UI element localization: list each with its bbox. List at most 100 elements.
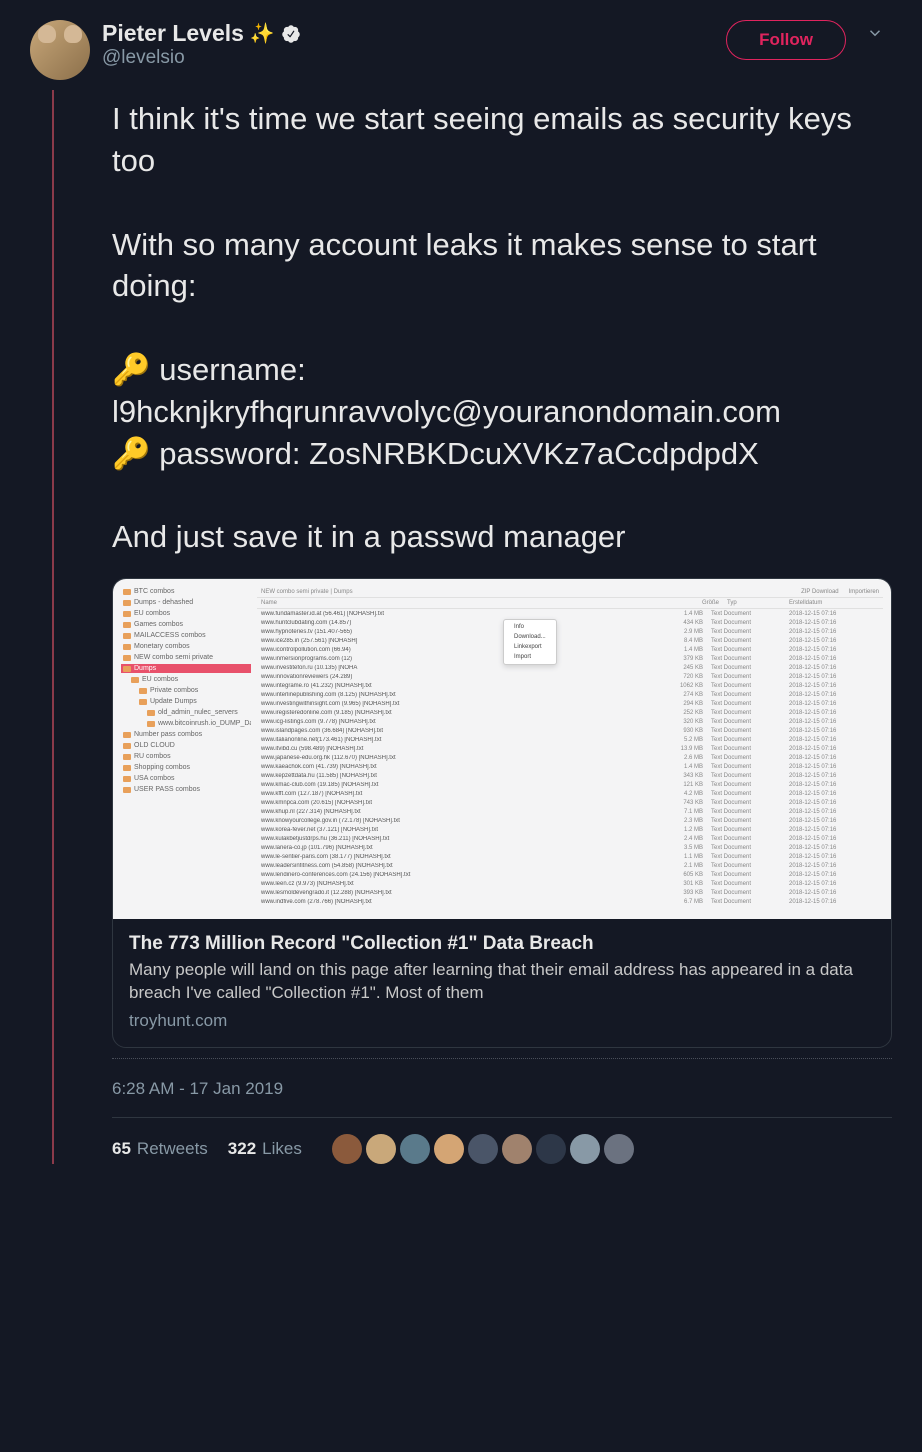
sidebar-item: Dumps bbox=[121, 664, 251, 673]
file-row: www.iregisteredonline.com (9.185) [NOHAS… bbox=[257, 708, 883, 717]
context-menu-item: Import bbox=[504, 652, 556, 662]
context-menu-item: Linkexport bbox=[504, 642, 556, 652]
sidebar-item: Games combos bbox=[121, 620, 251, 629]
sidebar-item: Update Dumps bbox=[121, 697, 251, 706]
file-row: www.kfft.com (127.187) [NOHASH].txt4.2 M… bbox=[257, 789, 883, 798]
file-row: www.kulakbetjustdrps.hu (36.211) [NOHASH… bbox=[257, 834, 883, 843]
file-row: www.le-sentier-paris.com (38.177) [NOHAS… bbox=[257, 852, 883, 861]
card-preview-image: BTC combosDumps - dehashedEU combosGames… bbox=[113, 579, 891, 919]
user-handle[interactable]: @levelsio bbox=[102, 47, 714, 69]
file-row: www.huntclubdating.com (14.857)434 KBTex… bbox=[257, 618, 883, 627]
file-row: www.hypnoteries.tv (151.407-565)2.9 MBTe… bbox=[257, 627, 883, 636]
file-row: www.icontrolpollution.com (66.94)1.4 MBT… bbox=[257, 645, 883, 654]
sidebar-item: www.bitcoinrush.io_DUMP_Data bbox=[121, 719, 251, 728]
file-row: www.kmac-club.com (19.185) [NOHASH].txt1… bbox=[257, 780, 883, 789]
sidebar-item: EU combos bbox=[121, 609, 251, 618]
liker-avatar[interactable] bbox=[502, 1134, 532, 1164]
sidebar-item: Number pass combos bbox=[121, 730, 251, 739]
sidebar-item: RU combos bbox=[121, 752, 251, 761]
card-domain: troyhunt.com bbox=[129, 1011, 875, 1031]
liker-avatar[interactable] bbox=[468, 1134, 498, 1164]
file-row: www.lendinero-conferences.com (24.156) [… bbox=[257, 870, 883, 879]
file-row: www.fundamaster.id.at (56.461) [NOHASH].… bbox=[257, 609, 883, 618]
file-row: www.itvibd.cu (598.489) [NOHASH].txt13.9… bbox=[257, 744, 883, 753]
sidebar-item: Shopping combos bbox=[121, 763, 251, 772]
breadcrumb: NEW combo semi private | Dumps bbox=[261, 589, 353, 595]
file-row: www.inmersionprograms.com (12)379 KBText… bbox=[257, 654, 883, 663]
file-row: www.ice285.in (257.561) [NOHASH]8.4 MBTe… bbox=[257, 636, 883, 645]
file-row: www.integrame.ro (41.232) [NOHASH].txt10… bbox=[257, 681, 883, 690]
file-row: www.italianonline.net(173.461) [NOHASH].… bbox=[257, 735, 883, 744]
file-row: www.investingwithinsight.com (9.965) [NO… bbox=[257, 699, 883, 708]
file-row: www.interlinepublishing.com (8.125) [NOH… bbox=[257, 690, 883, 699]
sidebar-item: USER PASS combos bbox=[121, 785, 251, 794]
file-row: www.innovationreviewers (24.289)720 KBTe… bbox=[257, 672, 883, 681]
card-title: The 773 Million Record "Collection #1" D… bbox=[129, 933, 875, 955]
tweet-line: With so many account leaks it makes sens… bbox=[112, 224, 892, 308]
liker-avatar[interactable] bbox=[570, 1134, 600, 1164]
tweet-line: And just save it in a passwd manager bbox=[112, 516, 892, 558]
liker-avatars[interactable] bbox=[332, 1134, 634, 1164]
tweet-line: 🔑 username: l9hcknjkryfhqrunravvolyc@you… bbox=[112, 349, 892, 433]
retweets-label[interactable]: Retweets bbox=[137, 1139, 208, 1159]
liker-avatar[interactable] bbox=[604, 1134, 634, 1164]
col-type: Typ bbox=[719, 600, 789, 606]
zip-download-button: ZIP Download bbox=[801, 589, 839, 595]
file-row: www.korea-fever.net (37.121) [NOHASH].tx… bbox=[257, 825, 883, 834]
context-menu-item: Download... bbox=[504, 632, 556, 642]
file-row: www.leen.cz (9.973) [NOHASH].txt301 KBTe… bbox=[257, 879, 883, 888]
likes-label[interactable]: Likes bbox=[262, 1139, 302, 1159]
file-row: www.khup.nl (227.314) [NOHASH].txt7.1 MB… bbox=[257, 807, 883, 816]
file-row: www.indfive.com (278.766) [NOHASH].txt6.… bbox=[257, 897, 883, 906]
tweet-line: 🔑 password: ZosNRBKDcuXVKz7aCcdpdpdX bbox=[112, 433, 892, 475]
sidebar-item: USA combos bbox=[121, 774, 251, 783]
timestamp[interactable]: 6:28 AM - 17 Jan 2019 bbox=[112, 1079, 892, 1099]
retweets-count[interactable]: 65 bbox=[112, 1139, 131, 1159]
col-name: Name bbox=[261, 600, 679, 606]
liker-avatar[interactable] bbox=[400, 1134, 430, 1164]
file-row: www.kaeachok.com (41.739) [NOHASH].txt1.… bbox=[257, 762, 883, 771]
sidebar-item: MAILACCESS combos bbox=[121, 631, 251, 640]
thread-line bbox=[52, 90, 54, 1164]
file-tree-sidebar: BTC combosDumps - dehashedEU combosGames… bbox=[121, 587, 251, 911]
liker-avatar[interactable] bbox=[332, 1134, 362, 1164]
card-description: Many people will land on this page after… bbox=[129, 959, 875, 1005]
file-row: www.icg-listings.com (9.778) [NOHASH].tx… bbox=[257, 717, 883, 726]
context-menu: InfoDownload...LinkexportImport bbox=[503, 619, 557, 665]
import-button: Importieren bbox=[849, 589, 879, 595]
sidebar-item: EU combos bbox=[121, 675, 251, 684]
liker-avatar[interactable] bbox=[366, 1134, 396, 1164]
key-icon: 🔑 bbox=[112, 436, 151, 471]
file-row: www.investitefon.ru (10.135) [NOHA245 KB… bbox=[257, 663, 883, 672]
col-size: Größe bbox=[679, 600, 719, 606]
tweet-header: Pieter Levels ✨ @levelsio Follow bbox=[30, 20, 892, 80]
sidebar-item: NEW combo semi private bbox=[121, 653, 251, 662]
context-menu-item: Info bbox=[504, 622, 556, 632]
sidebar-item: Private combos bbox=[121, 686, 251, 695]
display-name[interactable]: Pieter Levels bbox=[102, 20, 244, 47]
separator bbox=[112, 1117, 892, 1118]
col-date: Erstelldatum bbox=[789, 600, 879, 606]
file-row: www.japanese-edu.org.hk (112.670) [NOHAS… bbox=[257, 753, 883, 762]
stats-row: 65 Retweets 322 Likes bbox=[112, 1134, 892, 1164]
avatar[interactable] bbox=[30, 20, 90, 80]
sidebar-item: Monetary combos bbox=[121, 642, 251, 651]
liker-avatar[interactable] bbox=[434, 1134, 464, 1164]
sidebar-item: OLD CLOUD bbox=[121, 741, 251, 750]
file-row: www.kepzettdata.hu (11.585) [NOHASH].txt… bbox=[257, 771, 883, 780]
separator bbox=[112, 1058, 892, 1059]
likes-count[interactable]: 322 bbox=[228, 1139, 256, 1159]
caret-down-icon[interactable] bbox=[858, 20, 892, 51]
follow-button[interactable]: Follow bbox=[726, 20, 846, 60]
file-row: www.lanera-co.jp (101.796) [NOHASH].txt3… bbox=[257, 843, 883, 852]
tweet-text: I think it's time we start seeing emails… bbox=[112, 98, 892, 558]
liker-avatar[interactable] bbox=[536, 1134, 566, 1164]
file-row: www.lesmoldevengrado.it (12.288) [NOHASH… bbox=[257, 888, 883, 897]
sidebar-item: Dumps - dehashed bbox=[121, 598, 251, 607]
tweet-line: I think it's time we start seeing emails… bbox=[112, 98, 892, 182]
file-row: www.leadersinfitness.com (54.858) [NOHAS… bbox=[257, 861, 883, 870]
link-card[interactable]: BTC combosDumps - dehashedEU combosGames… bbox=[112, 578, 892, 1048]
sparkles-icon: ✨ bbox=[250, 21, 275, 46]
sidebar-item: old_admin_nulec_servers bbox=[121, 708, 251, 717]
file-row: www.knowyourcollege.gov.in (72.178) [NOH… bbox=[257, 816, 883, 825]
